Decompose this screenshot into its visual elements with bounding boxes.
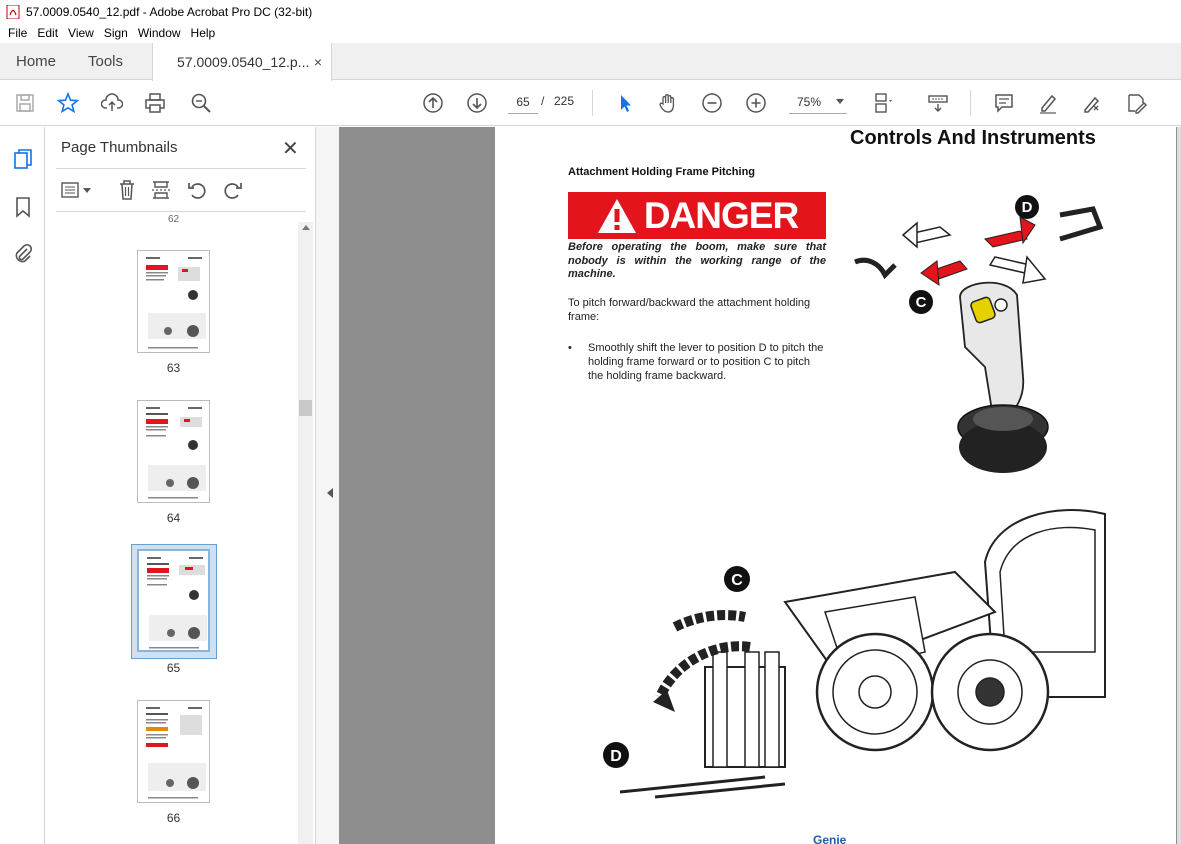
thumbnail-preview <box>146 707 206 799</box>
draw-sign-icon[interactable] <box>1080 91 1104 115</box>
pdf-page: Controls And Instruments Attachment Hold… <box>495 127 1176 844</box>
genie-logo-partial: Genie <box>813 833 847 844</box>
page-separator: / <box>541 94 545 108</box>
close-tab-icon[interactable]: × <box>314 54 322 70</box>
danger-word: DANGER <box>643 194 799 236</box>
delete-page-icon[interactable] <box>116 179 138 201</box>
section-title: Attachment Holding Frame Pitching <box>568 166 756 178</box>
attachments-icon[interactable] <box>11 241 35 265</box>
next-page-icon[interactable] <box>465 91 489 115</box>
thumbnail-page-number: 65 <box>166 661 181 675</box>
thumbnail-page-number: 64 <box>166 511 181 525</box>
scroll-up-icon[interactable] <box>302 225 310 230</box>
window-title: 57.0009.0540_12.pdf - Adobe Acrobat Pro … <box>26 4 313 19</box>
print-icon[interactable] <box>143 91 167 115</box>
toolbar-divider <box>970 90 971 116</box>
page-thumbnails-panel: Page Thumbnails ✕ 62 63 64 65 66 <box>46 127 315 844</box>
hand-tool-icon[interactable] <box>656 91 680 115</box>
thumbnail-page-number: 63 <box>166 361 181 375</box>
label-d-joystick: D <box>1022 199 1033 216</box>
tab-document[interactable]: 57.0009.0540_12.p... × <box>152 43 332 81</box>
label-d-machine-badge: D <box>603 742 629 768</box>
scroll-mode-icon[interactable] <box>926 91 950 115</box>
acrobat-pdf-icon <box>6 4 20 19</box>
menu-file[interactable]: File <box>3 26 32 40</box>
document-viewport[interactable]: Controls And Instruments Attachment Hold… <box>339 127 1181 844</box>
rotate-left-icon[interactable] <box>186 179 208 201</box>
document-tab-label: 57.0009.0540_12.p... <box>177 54 310 70</box>
zoom-out-icon[interactable] <box>700 91 724 115</box>
tab-tools[interactable]: Tools <box>88 43 123 80</box>
label-c-joystick: C <box>916 294 927 311</box>
menu-sign[interactable]: Sign <box>99 26 133 40</box>
page-thumbnail[interactable] <box>137 700 210 803</box>
chevron-down-icon <box>836 99 844 104</box>
panel-splitter[interactable] <box>315 127 339 844</box>
thumbnail-label-partial: 62 <box>168 214 180 225</box>
bullet-dot: • <box>568 342 572 354</box>
title-bar: 57.0009.0540_12.pdf - Adobe Acrobat Pro … <box>0 0 1181 23</box>
page-thumbnail[interactable] <box>137 400 210 503</box>
fill-sign-icon[interactable] <box>1124 91 1148 115</box>
close-panel-icon[interactable]: ✕ <box>282 136 299 161</box>
left-navigation-strip <box>0 127 45 844</box>
menu-bar: File Edit View Sign Window Help <box>0 23 1181 43</box>
bookmarks-icon[interactable] <box>11 195 35 219</box>
thumbnails-scrollbar[interactable] <box>298 222 313 844</box>
menu-view[interactable]: View <box>63 26 99 40</box>
danger-banner: DANGER <box>568 192 826 239</box>
thumbnail-page-number: 66 <box>166 811 181 825</box>
rotate-right-icon[interactable] <box>222 179 244 201</box>
options-menu-icon[interactable] <box>60 179 94 201</box>
comment-icon[interactable] <box>992 91 1016 115</box>
current-page-input[interactable]: 65 <box>508 90 538 114</box>
page-thumbnail[interactable] <box>137 250 210 353</box>
zoom-in-icon[interactable] <box>744 91 768 115</box>
page-thumbnail-selected[interactable] <box>137 549 210 652</box>
thumbnail-preview <box>147 557 207 649</box>
label-c-machine: C <box>731 572 743 589</box>
highlight-pen-icon[interactable] <box>1036 91 1060 115</box>
select-cursor-icon[interactable] <box>613 91 637 115</box>
menu-edit[interactable]: Edit <box>32 26 63 40</box>
total-pages: 225 <box>554 94 575 108</box>
zoom-level-value: 75% <box>797 94 822 109</box>
danger-warning-text: Before operating the boom, make sure tha… <box>568 241 826 280</box>
bookmark-star-icon[interactable] <box>56 91 80 115</box>
page-heading: Controls And Instruments <box>850 127 1096 149</box>
tab-home[interactable]: Home <box>16 43 56 80</box>
panel-title: Page Thumbnails <box>61 139 178 156</box>
upload-cloud-icon[interactable] <box>100 91 124 115</box>
fit-page-icon[interactable] <box>870 91 894 115</box>
search-zoom-icon[interactable] <box>189 91 213 115</box>
main-toolbar <box>0 81 1181 126</box>
tab-bar: Home Tools 57.0009.0540_12.p... × <box>0 43 1181 81</box>
previous-page-icon[interactable] <box>421 91 445 115</box>
scrollbar-handle[interactable] <box>299 400 312 416</box>
warning-triangle-icon <box>597 198 636 233</box>
toolbar-divider <box>592 90 593 116</box>
thumbnail-preview <box>146 257 206 349</box>
page-thumbnails-icon[interactable] <box>11 147 35 171</box>
instruction-intro: To pitch forward/backward the attachment… <box>568 297 811 323</box>
menu-window[interactable]: Window <box>133 26 186 40</box>
telehandler-illustration: C <box>619 509 1106 799</box>
zoom-level-select[interactable]: 75% <box>789 90 847 114</box>
thumbnail-toolbar <box>56 168 306 212</box>
bullet-text: Smoothly shift the lever to position D t… <box>588 342 824 382</box>
thumbnail-preview <box>146 407 206 499</box>
menu-help[interactable]: Help <box>186 26 221 40</box>
label-d-machine: D <box>610 748 622 765</box>
save-icon[interactable] <box>13 91 37 115</box>
document-scrollbar[interactable] <box>1177 127 1181 844</box>
extract-pages-icon[interactable] <box>150 179 172 201</box>
collapse-panel-icon[interactable] <box>327 488 333 498</box>
joystick-illustration: D C <box>854 195 1104 473</box>
